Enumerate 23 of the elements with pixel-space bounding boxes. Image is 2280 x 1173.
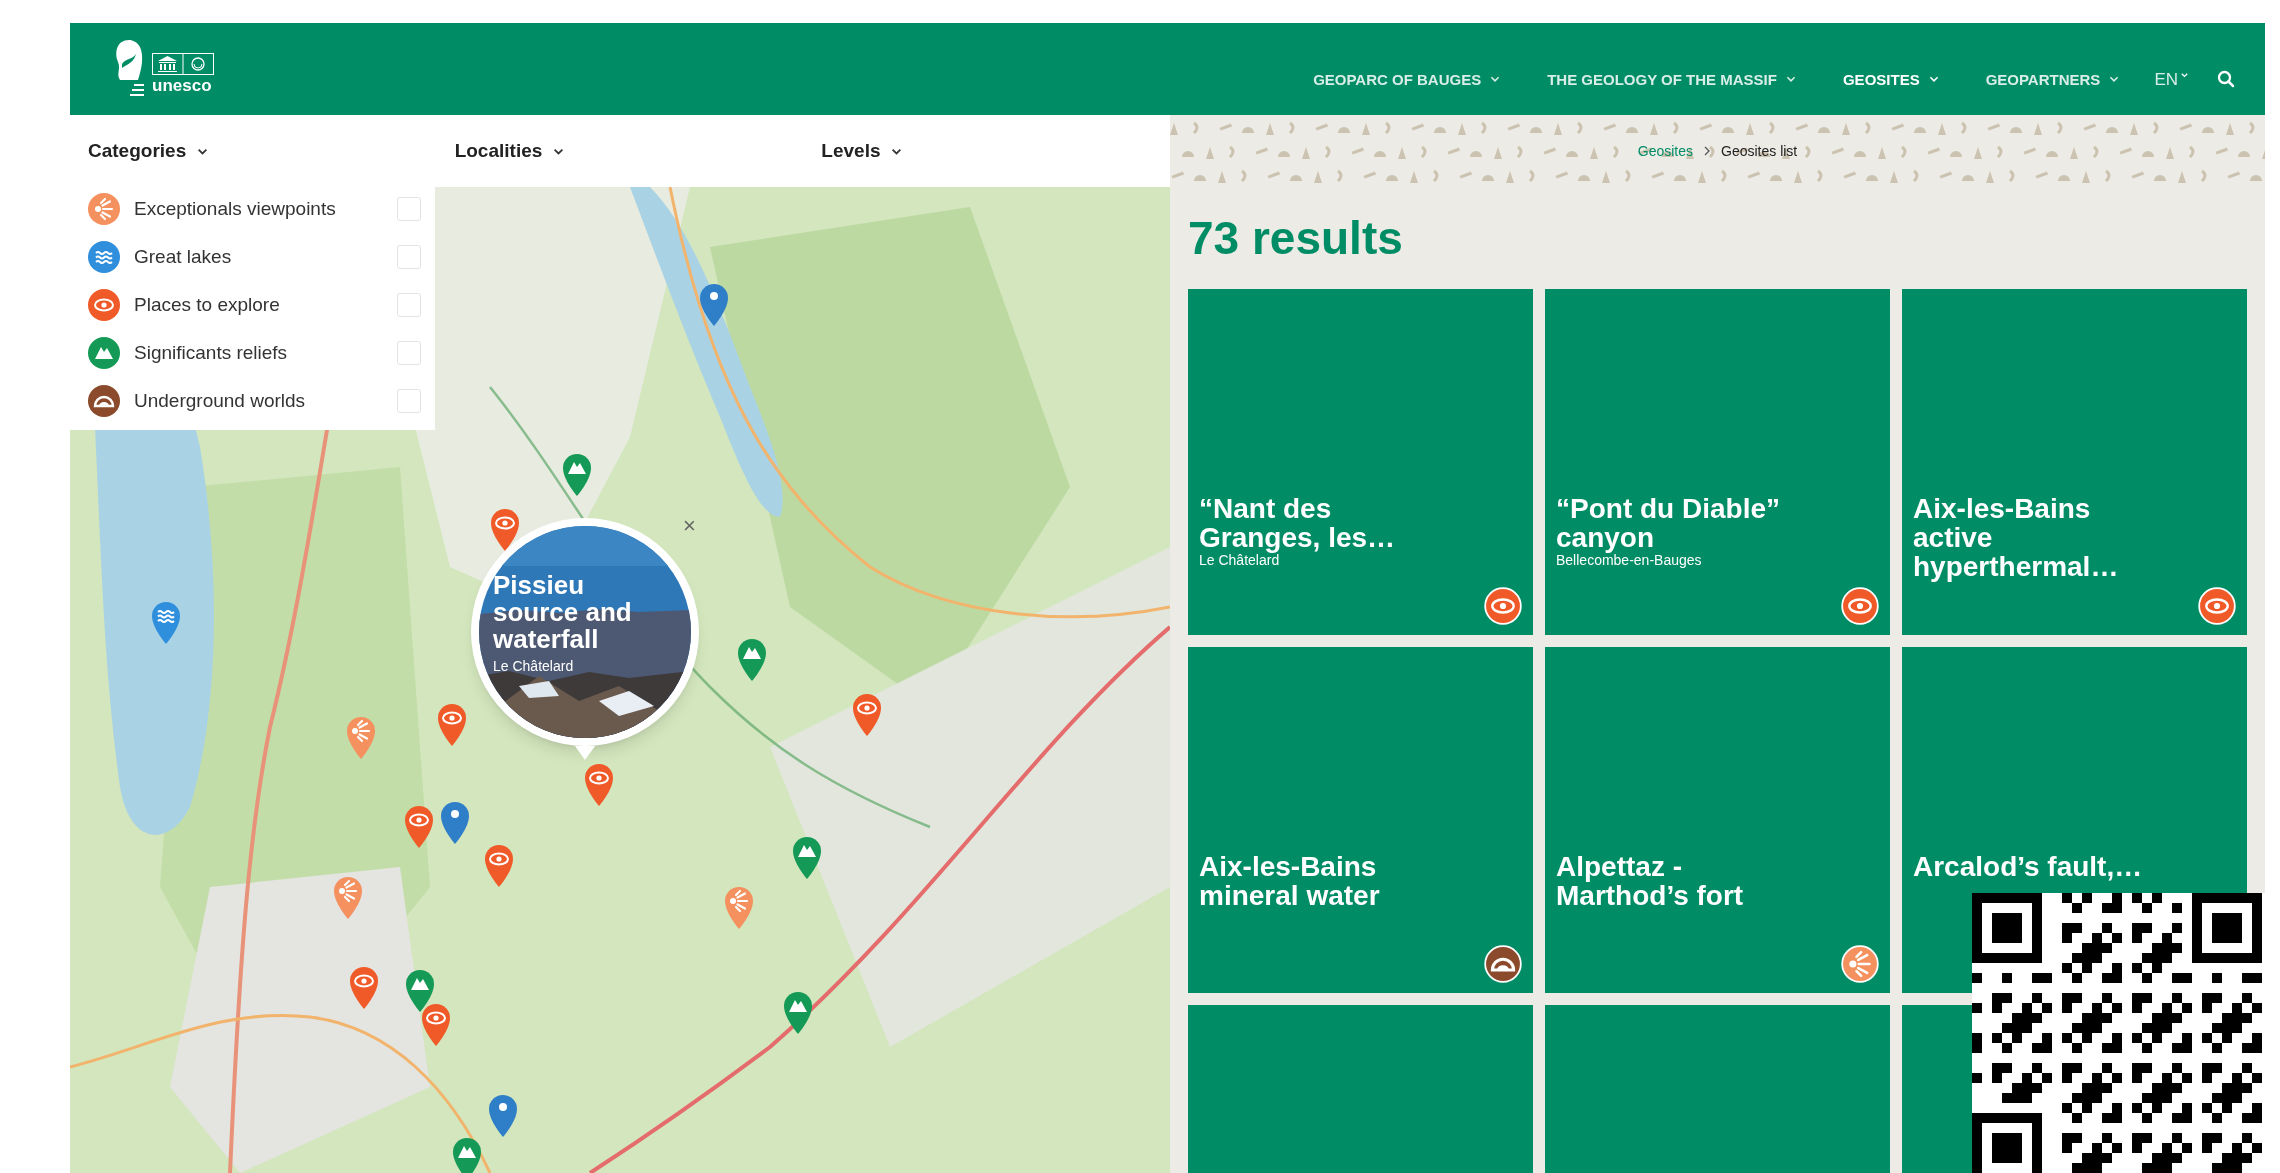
language-switcher[interactable]: EN — [2154, 70, 2189, 88]
results-count: 73 results — [1187, 210, 1404, 266]
geosite-card[interactable]: Alpettaz - Marthod’s fort — [1545, 647, 1890, 993]
card-place: Le Châtelard — [1199, 552, 1280, 568]
geosite-card[interactable]: Aix-les-Bains mineral water — [1188, 647, 1533, 993]
nav-menu-item[interactable]: GEOSITES — [1842, 71, 1940, 87]
card-title: Aix-les-Bains mineral water — [1199, 852, 1381, 910]
geosite-card[interactable]: “Pont du Diable” canyon Bellecombe-en-Bauges — [1545, 289, 1890, 635]
card-place: Bellecombe-en-Bauges — [1556, 552, 1703, 568]
geosite-card[interactable]: Aix-les-Bains active hyperthermal… — [1902, 289, 2247, 635]
breadcrumb-link[interactable]: Geosites — [1637, 140, 1693, 162]
card-title: Aix-les-Bains active hyperthermal… — [1913, 494, 2120, 581]
card-title: Arcalod’s fault,… — [1913, 852, 2144, 881]
filter-dropdown[interactable]: Levels — [821, 136, 904, 166]
nav-menu-item[interactable]: GEOPARTNERS — [1985, 71, 2121, 87]
nav-menu-item[interactable]: GEOPARC OF BAUGES — [1313, 71, 1502, 87]
breadcrumb-current: Geosites list — [1721, 141, 1798, 161]
filter-dropdown[interactable]: Categories — [88, 136, 210, 166]
card-title: Alpettaz - Marthod’s fort — [1556, 852, 1745, 910]
nav-menu-item[interactable]: THE GEOLOGY OF THE MASSIF — [1547, 71, 1797, 87]
logo-text: unesco — [152, 76, 213, 94]
geosite-card[interactable]: “Nant des Granges, les… Le Châtelard — [1188, 289, 1533, 635]
filter-dropdown[interactable]: Localities — [454, 136, 566, 166]
